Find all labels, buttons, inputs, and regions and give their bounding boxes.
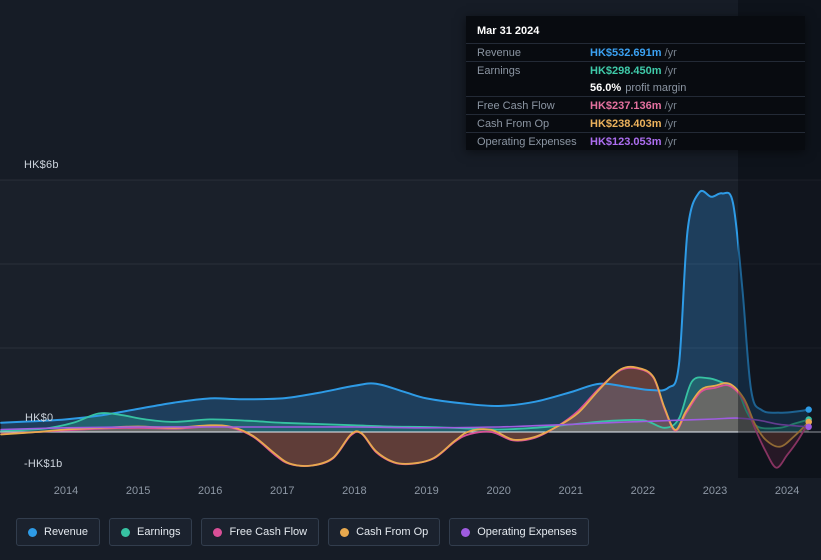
legend-item-earnings[interactable]: Earnings <box>109 518 193 546</box>
revenue-endpoint-dot <box>805 406 812 413</box>
operating-expenses-legend-dot-icon <box>461 527 471 537</box>
tooltip-value: HK$123.053m <box>590 135 662 148</box>
tooltip-label: Free Cash Flow <box>477 99 555 112</box>
free-cash-flow-legend-dot-icon <box>213 527 223 537</box>
x-tick-2015: 2015 <box>125 485 151 497</box>
x-tick-2018: 2018 <box>342 485 367 497</box>
legend-label: Operating Expenses <box>477 526 577 538</box>
x-tick-2016: 2016 <box>197 485 223 497</box>
x-tick-2022: 2022 <box>630 485 656 497</box>
tooltip-date: Mar 31 2024 <box>477 25 540 37</box>
profit-margin-text: profit margin <box>625 81 687 94</box>
operating-expenses-endpoint-dot <box>805 423 812 430</box>
legend-label: Free Cash Flow <box>229 526 308 538</box>
tooltip-label: Operating Expenses <box>477 135 577 148</box>
x-tick-2019: 2019 <box>414 485 439 497</box>
tooltip-value-suffix: /yr <box>664 46 677 59</box>
legend-item-revenue[interactable]: Revenue <box>16 518 101 546</box>
tooltip-label: Revenue <box>477 46 522 59</box>
y-axis-label-top: HK$6b <box>24 159 59 171</box>
legend-item-free-cash-flow[interactable]: Free Cash Flow <box>201 518 320 546</box>
y-axis-label-zero: HK$0 <box>25 412 54 424</box>
x-tick-2024: 2024 <box>774 485 800 497</box>
tooltip-row-cash-from-op: Cash From Op HK$238.403m/yr <box>466 114 805 132</box>
earnings-legend-dot-icon <box>121 527 131 537</box>
x-tick-2014: 2014 <box>53 485 79 497</box>
x-tick-2021: 2021 <box>558 485 584 497</box>
x-tick-2023: 2023 <box>702 485 728 497</box>
legend-label: Revenue <box>44 526 89 538</box>
tooltip-row-free-cash-flow: Free Cash Flow HK$237.136m/yr <box>466 96 805 114</box>
y-axis-label-bottom: -HK$1b <box>24 458 63 470</box>
tooltip-row-earnings: Earnings HK$298.450m/yr 56.0% profit margin <box>466 61 805 96</box>
legend-item-cash-from-op[interactable]: Cash From Op <box>328 518 441 546</box>
profit-margin-value: 56.0% <box>590 81 622 94</box>
revenue-legend-dot-icon <box>28 527 37 537</box>
legend: Revenue Earnings Free Cash Flow Cash From O… <box>16 518 589 546</box>
x-tick-2017: 2017 <box>270 485 295 497</box>
tooltip-value-suffix: /yr <box>664 117 677 130</box>
tooltip-value-suffix: /yr <box>664 135 677 148</box>
tooltip-value-suffix: /yr <box>664 64 677 77</box>
tooltip-value: HK$237.136m <box>590 99 662 112</box>
tooltip-row-revenue: Revenue HK$532.691m/yr <box>466 43 805 61</box>
tooltip-rows: Revenue HK$532.691m/yr Earnings HK$298.450m… <box>466 43 805 150</box>
tooltip-value-suffix: /yr <box>664 99 677 112</box>
legend-label: Earnings <box>137 526 181 538</box>
financial-history-panel: HK$6b HK$0 -HK$1b 2014 2015 2016 2017 2018 20… <box>0 0 821 560</box>
cash-from-op-legend-dot-icon <box>340 527 350 537</box>
x-tick-2020: 2020 <box>486 485 511 497</box>
tooltip-value: HK$238.403m <box>590 117 662 130</box>
tooltip-label: Cash From Op <box>477 117 550 130</box>
tooltip-value: HK$532.691m <box>590 46 662 59</box>
legend-item-operating-expenses[interactable]: Operating Expenses <box>449 518 589 546</box>
tooltip-row-operating-expenses: Operating Expenses HK$123.053m/yr <box>466 132 805 150</box>
legend-label: Cash From Op <box>356 526 429 538</box>
tooltip-value: HK$298.450m <box>590 64 662 77</box>
tooltip-label: Earnings <box>477 64 521 77</box>
tooltip-card: Mar 31 2024 Revenue HK$532.691m/yr Earning… <box>466 16 805 150</box>
